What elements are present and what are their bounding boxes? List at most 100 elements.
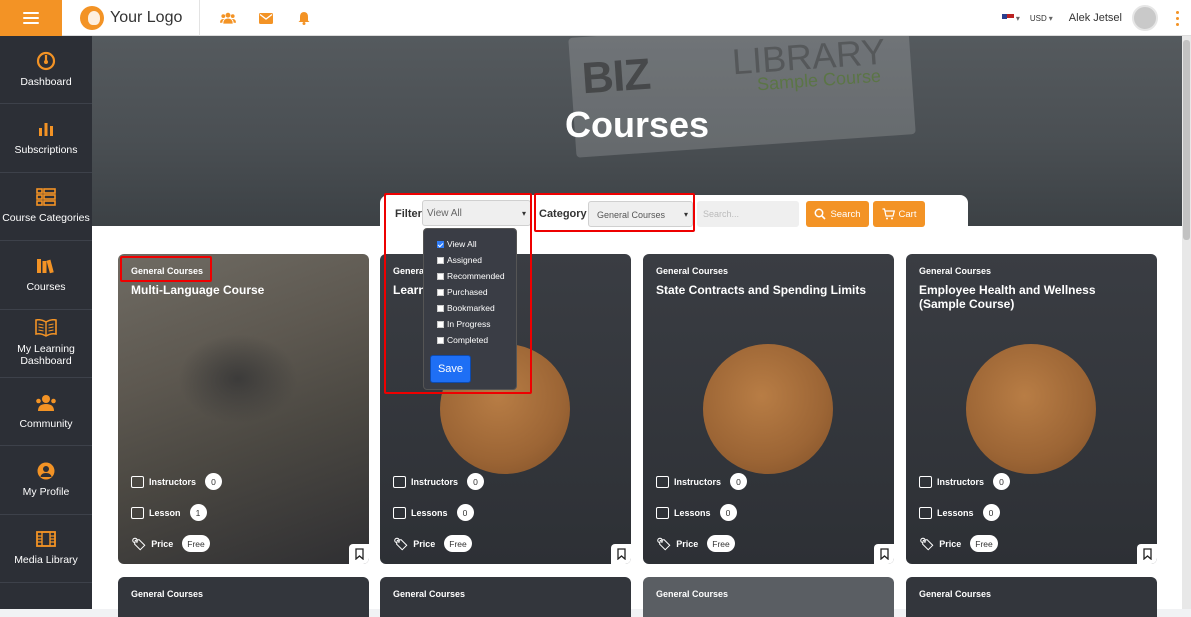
course-category: General Courses — [919, 589, 992, 599]
top-bar: Your Logo ▾ USD ▾ Alek Jetsel — [0, 0, 1191, 36]
user-name[interactable]: Alek Jetsel — [1069, 12, 1122, 24]
price-row: 🏷 Price Free — [919, 535, 998, 552]
search-button[interactable]: Search — [806, 201, 869, 227]
sidebar-item-media-library[interactable]: Media Library — [0, 515, 92, 584]
course-category: General Courses — [656, 589, 729, 599]
sidebar-item-courses[interactable]: Courses — [0, 241, 92, 310]
instructors-count: 0 — [205, 473, 223, 490]
price-label: Price — [413, 538, 436, 549]
lessons-label: Lessons — [937, 507, 974, 518]
books-icon — [35, 257, 57, 275]
search-input[interactable]: Search... — [697, 201, 799, 227]
instructors-label: Instructors — [937, 476, 985, 487]
course-category: General Courses — [393, 589, 466, 599]
tag-icon: 🏷 — [656, 536, 672, 551]
price-label: Price — [676, 538, 699, 549]
instructors-row: Instructors 0 — [393, 473, 485, 490]
tag-icon: 🏷 — [131, 536, 147, 551]
sidebar-item-label: Courses — [26, 280, 66, 293]
sidebar-item-dashboard[interactable]: Dashboard — [0, 36, 92, 105]
search-button-label: Search — [830, 208, 861, 220]
mail-icon[interactable] — [258, 10, 274, 26]
user-icon — [35, 462, 57, 480]
sidebar-item-course-categories[interactable]: Course Categories — [0, 173, 92, 242]
price-value: Free — [444, 535, 472, 552]
highlight-box — [120, 256, 212, 282]
course-card[interactable]: General Courses — [643, 577, 894, 617]
course-title[interactable]: Employee Health and Wellness (Sample Cou… — [919, 283, 1144, 311]
price-label: Price — [151, 538, 174, 549]
language-flag-icon[interactable] — [1001, 14, 1014, 22]
logo-icon — [80, 6, 104, 30]
course-card[interactable]: General Courses — [380, 577, 631, 617]
course-card[interactable]: General Courses — [906, 577, 1157, 617]
highlight-box — [384, 193, 532, 394]
sidebar-item-label: Course Categories — [2, 212, 90, 225]
bar-chart-icon — [35, 120, 57, 138]
course-card[interactable]: General Courses Employee Health and Well… — [906, 254, 1157, 564]
avatar[interactable] — [1132, 5, 1158, 31]
lessons-label: Lesson — [149, 507, 181, 518]
bookmark-icon[interactable] — [874, 544, 894, 564]
price-value: Free — [182, 535, 210, 552]
scrollbar-thumb[interactable] — [1183, 40, 1190, 240]
users-icon[interactable] — [220, 10, 236, 26]
lessons-count: 0 — [982, 504, 1000, 521]
cart-button-label: Cart — [898, 208, 917, 220]
lessons-count: 1 — [189, 504, 207, 521]
lessons-label: Lessons — [674, 507, 711, 518]
logo-text: Your Logo — [110, 9, 183, 26]
list-icon — [35, 188, 57, 207]
bell-icon[interactable] — [296, 10, 312, 26]
page-title: Courses — [564, 104, 710, 145]
chevron-down-icon: ▾ — [1048, 13, 1053, 23]
sidebar-item-my-learning-dashboard[interactable]: My Learning Dashboard — [0, 310, 92, 378]
course-image — [703, 344, 833, 474]
sidebar-item-subscriptions[interactable]: Subscriptions — [0, 104, 92, 173]
course-card[interactable]: General Courses Multi-Language Course In… — [118, 254, 369, 564]
sidebar-item-label: Media Library — [14, 554, 78, 567]
course-title[interactable]: State Contracts and Spending Limits — [656, 283, 881, 297]
menu-toggle-button[interactable] — [0, 0, 62, 36]
price-value: Free — [707, 535, 735, 552]
instructors-label: Instructors — [674, 476, 722, 487]
banner-brand: BIZ — [580, 49, 652, 104]
lessons-row: Lessons 0 — [393, 504, 474, 521]
price-row: 🏷 Price Free — [131, 535, 210, 552]
tag-icon: 🏷 — [919, 536, 935, 551]
instructors-row: Instructors 0 — [919, 473, 1011, 490]
currency-select[interactable]: USD — [1030, 14, 1047, 23]
lessons-row: Lessons 0 — [656, 504, 737, 521]
course-category: General Courses — [131, 589, 204, 599]
highlight-box — [534, 193, 695, 232]
course-title[interactable]: Multi-Language Course — [131, 283, 356, 297]
bookmark-icon[interactable] — [349, 544, 369, 564]
lessons-label: Lessons — [411, 507, 448, 518]
cart-button[interactable]: Cart — [873, 201, 925, 227]
sidebar-item-community[interactable]: Community — [0, 378, 92, 447]
instructors-row: Instructors 0 — [131, 473, 223, 490]
lessons-row: Lessons 0 — [919, 504, 1000, 521]
dashboard-icon — [35, 51, 57, 70]
more-options-icon[interactable] — [1176, 10, 1179, 26]
price-label: Price — [939, 538, 962, 549]
instructor-icon — [919, 475, 932, 488]
course-card[interactable]: General Courses — [118, 577, 369, 617]
sidebar-item-label: My Profile — [22, 486, 70, 499]
price-value: Free — [970, 535, 998, 552]
logo[interactable]: Your Logo — [80, 6, 182, 30]
sidebar-item-my-profile[interactable]: My Profile — [0, 446, 92, 515]
sidebar-item-label: My Learning Dashboard — [17, 343, 75, 368]
instructor-icon — [656, 475, 669, 488]
bookmark-icon[interactable] — [1137, 544, 1157, 564]
course-image — [966, 344, 1096, 474]
bookmark-icon[interactable] — [611, 544, 631, 564]
instructors-count: 0 — [467, 473, 485, 490]
tag-icon: 🏷 — [393, 536, 409, 551]
divider — [199, 0, 200, 36]
course-card[interactable]: General Courses State Contracts and Spen… — [643, 254, 894, 564]
lessons-icon — [131, 506, 144, 519]
course-category: General Courses — [656, 266, 729, 276]
price-row: 🏷 Price Free — [393, 535, 472, 552]
sidebar-item-label: Dashboard — [20, 75, 72, 88]
